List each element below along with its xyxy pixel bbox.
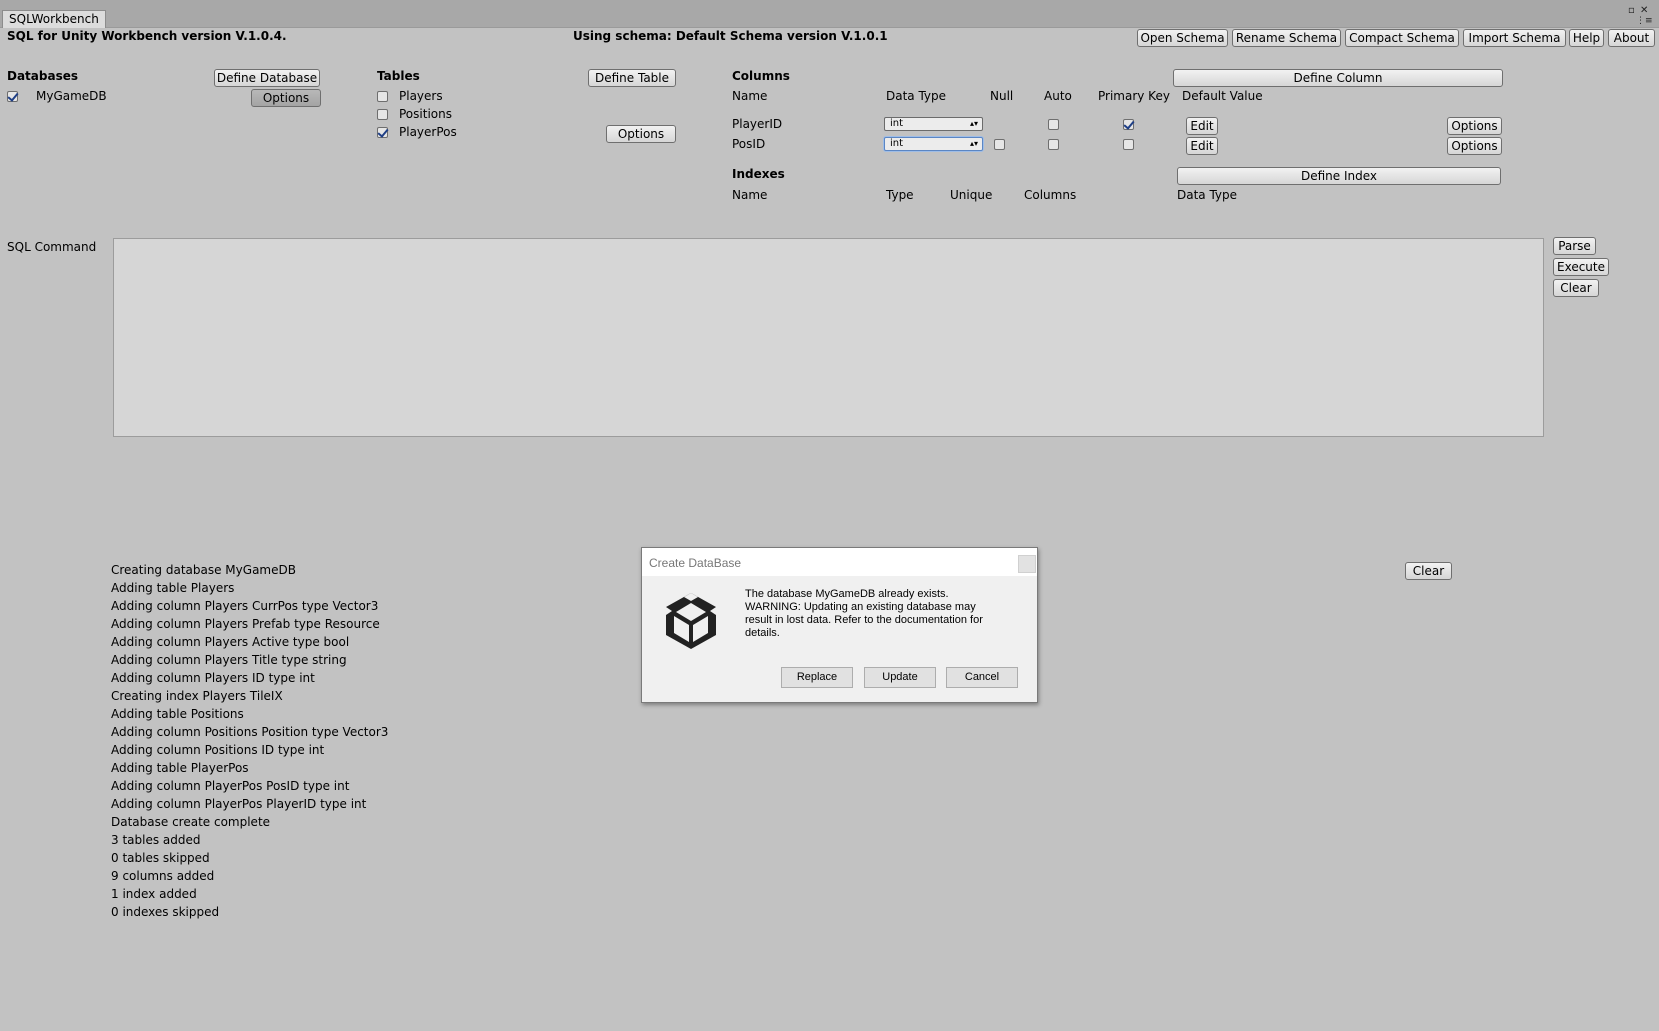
column-type-select[interactable]: int ▴▾ — [884, 137, 983, 151]
tables-title: Tables — [377, 69, 420, 83]
help-button[interactable]: Help — [1569, 29, 1604, 47]
execute-button[interactable]: Execute — [1553, 258, 1609, 276]
column-header-null: Null — [990, 89, 1014, 103]
log-line: Adding table Players — [111, 581, 235, 595]
column-primary-key-checkbox[interactable] — [1123, 139, 1134, 150]
log-line: Creating database MyGameDB — [111, 563, 296, 577]
sql-command-label: SQL Command — [7, 240, 97, 254]
define-database-button[interactable]: Define Database — [214, 69, 320, 87]
log-line: Adding column Players Prefab type Resour… — [111, 617, 380, 631]
index-header-columns: Columns — [1024, 188, 1077, 202]
rename-schema-button[interactable]: Rename Schema — [1232, 29, 1341, 47]
databases-title: Databases — [7, 69, 79, 83]
column-header-default-value: Default Value — [1182, 89, 1263, 103]
log-line: Adding column Positions ID type int — [111, 743, 325, 757]
parse-button[interactable]: Parse — [1553, 237, 1596, 255]
define-index-button[interactable]: Define Index — [1177, 167, 1501, 185]
create-database-dialog: Create DataBase The database MyGameDB al… — [641, 547, 1038, 703]
define-table-button[interactable]: Define Table — [588, 69, 676, 87]
log-clear-button[interactable]: Clear — [1405, 562, 1452, 580]
table-name[interactable]: PlayerPos — [399, 125, 457, 139]
column-row-name: PlayerID — [732, 117, 783, 131]
log-line: Adding column PlayerPos PosID type int — [111, 779, 350, 793]
sql-command-input[interactable] — [113, 238, 1544, 437]
log-line: Adding table Positions — [111, 707, 244, 721]
select-arrow-icon: ▴▾ — [969, 119, 978, 128]
column-null-checkbox[interactable] — [994, 139, 1005, 150]
column-header-primary-key: Primary Key — [1098, 89, 1170, 103]
column-header-data-type: Data Type — [886, 89, 947, 103]
about-button[interactable]: About — [1608, 29, 1655, 47]
column-row-name: PosID — [732, 137, 766, 151]
index-header-unique: Unique — [950, 188, 993, 202]
log-line: Creating index Players TileIX — [111, 689, 283, 703]
log-line: Adding column Positions Position type Ve… — [111, 725, 389, 739]
index-header-type: Type — [886, 188, 914, 202]
table-checkbox-positions[interactable] — [377, 109, 388, 120]
column-edit-button[interactable]: Edit — [1186, 137, 1218, 155]
unity-logo-icon — [666, 593, 716, 649]
table-checkbox-playerpos[interactable] — [377, 127, 388, 138]
database-name[interactable]: MyGameDB — [36, 89, 107, 103]
sql-clear-button[interactable]: Clear — [1553, 279, 1599, 297]
column-edit-button[interactable]: Edit — [1186, 117, 1218, 135]
tab-menu-icon[interactable]: ⋮≡ — [1636, 16, 1653, 26]
log-line: Adding column Players CurrPos type Vecto… — [111, 599, 379, 613]
column-options-button[interactable]: Options — [1447, 137, 1502, 155]
column-header-name: Name — [732, 89, 768, 103]
log-output: Creating database MyGameDB Adding table … — [111, 561, 388, 921]
import-schema-button[interactable]: Import Schema — [1463, 29, 1566, 47]
close-icon[interactable]: ✕ — [1640, 6, 1648, 16]
column-primary-key-checkbox[interactable] — [1123, 119, 1134, 130]
log-line: Database create complete — [111, 815, 271, 829]
column-auto-checkbox[interactable] — [1048, 139, 1059, 150]
index-header-data-type: Data Type — [1177, 188, 1238, 202]
log-line: 9 columns added — [111, 869, 215, 883]
indexes-title: Indexes — [732, 167, 785, 181]
tab-sqlworkbench[interactable]: SQLWorkbench — [2, 10, 106, 28]
log-line: 3 tables added — [111, 833, 201, 847]
update-button[interactable]: Update — [864, 667, 936, 688]
column-auto-checkbox[interactable] — [1048, 119, 1059, 130]
define-column-button[interactable]: Define Column — [1173, 69, 1503, 87]
index-header-name: Name — [732, 188, 768, 202]
log-line: Adding column Players Title type string — [111, 653, 347, 667]
compact-schema-button[interactable]: Compact Schema — [1345, 29, 1459, 47]
column-options-button[interactable]: Options — [1447, 117, 1502, 135]
log-line: 0 tables skipped — [111, 851, 210, 865]
open-schema-button[interactable]: Open Schema — [1137, 29, 1228, 47]
select-value: int — [890, 118, 904, 129]
schema-label: Using schema: Default Schema version V.1… — [573, 29, 888, 43]
cancel-button[interactable]: Cancel — [946, 667, 1018, 688]
log-line: Adding column Players ID type int — [111, 671, 315, 685]
database-checkbox-mygamedb[interactable] — [7, 91, 18, 102]
dialog-title-bar: Create DataBase — [642, 548, 1037, 576]
database-options-button[interactable]: Options — [251, 89, 321, 107]
replace-button[interactable]: Replace — [781, 667, 853, 688]
editor-tab-strip — [0, 0, 1659, 28]
table-options-button[interactable]: Options — [606, 125, 676, 143]
column-type-select[interactable]: int ▴▾ — [884, 117, 983, 131]
column-header-auto: Auto — [1044, 89, 1072, 103]
log-line: Adding column Players Active type bool — [111, 635, 350, 649]
dialog-title: Create DataBase — [649, 556, 742, 570]
table-name[interactable]: Players — [399, 89, 443, 103]
log-line: 0 indexes skipped — [111, 905, 220, 919]
log-line: Adding table PlayerPos — [111, 761, 249, 775]
dialog-message: The database MyGameDB already exists. WA… — [745, 588, 983, 639]
version-label: SQL for Unity Workbench version V.1.0.4. — [7, 29, 287, 43]
select-value: int — [890, 138, 904, 149]
dialog-close-icon[interactable] — [1018, 555, 1036, 573]
log-line: 1 index added — [111, 887, 197, 901]
select-arrow-icon: ▴▾ — [969, 139, 978, 148]
log-line: Adding column PlayerPos PlayerID type in… — [111, 797, 367, 811]
table-checkbox-players[interactable] — [377, 91, 388, 102]
table-name[interactable]: Positions — [399, 107, 452, 121]
columns-title: Columns — [732, 69, 790, 83]
maximize-icon[interactable]: ▫ — [1628, 6, 1635, 16]
